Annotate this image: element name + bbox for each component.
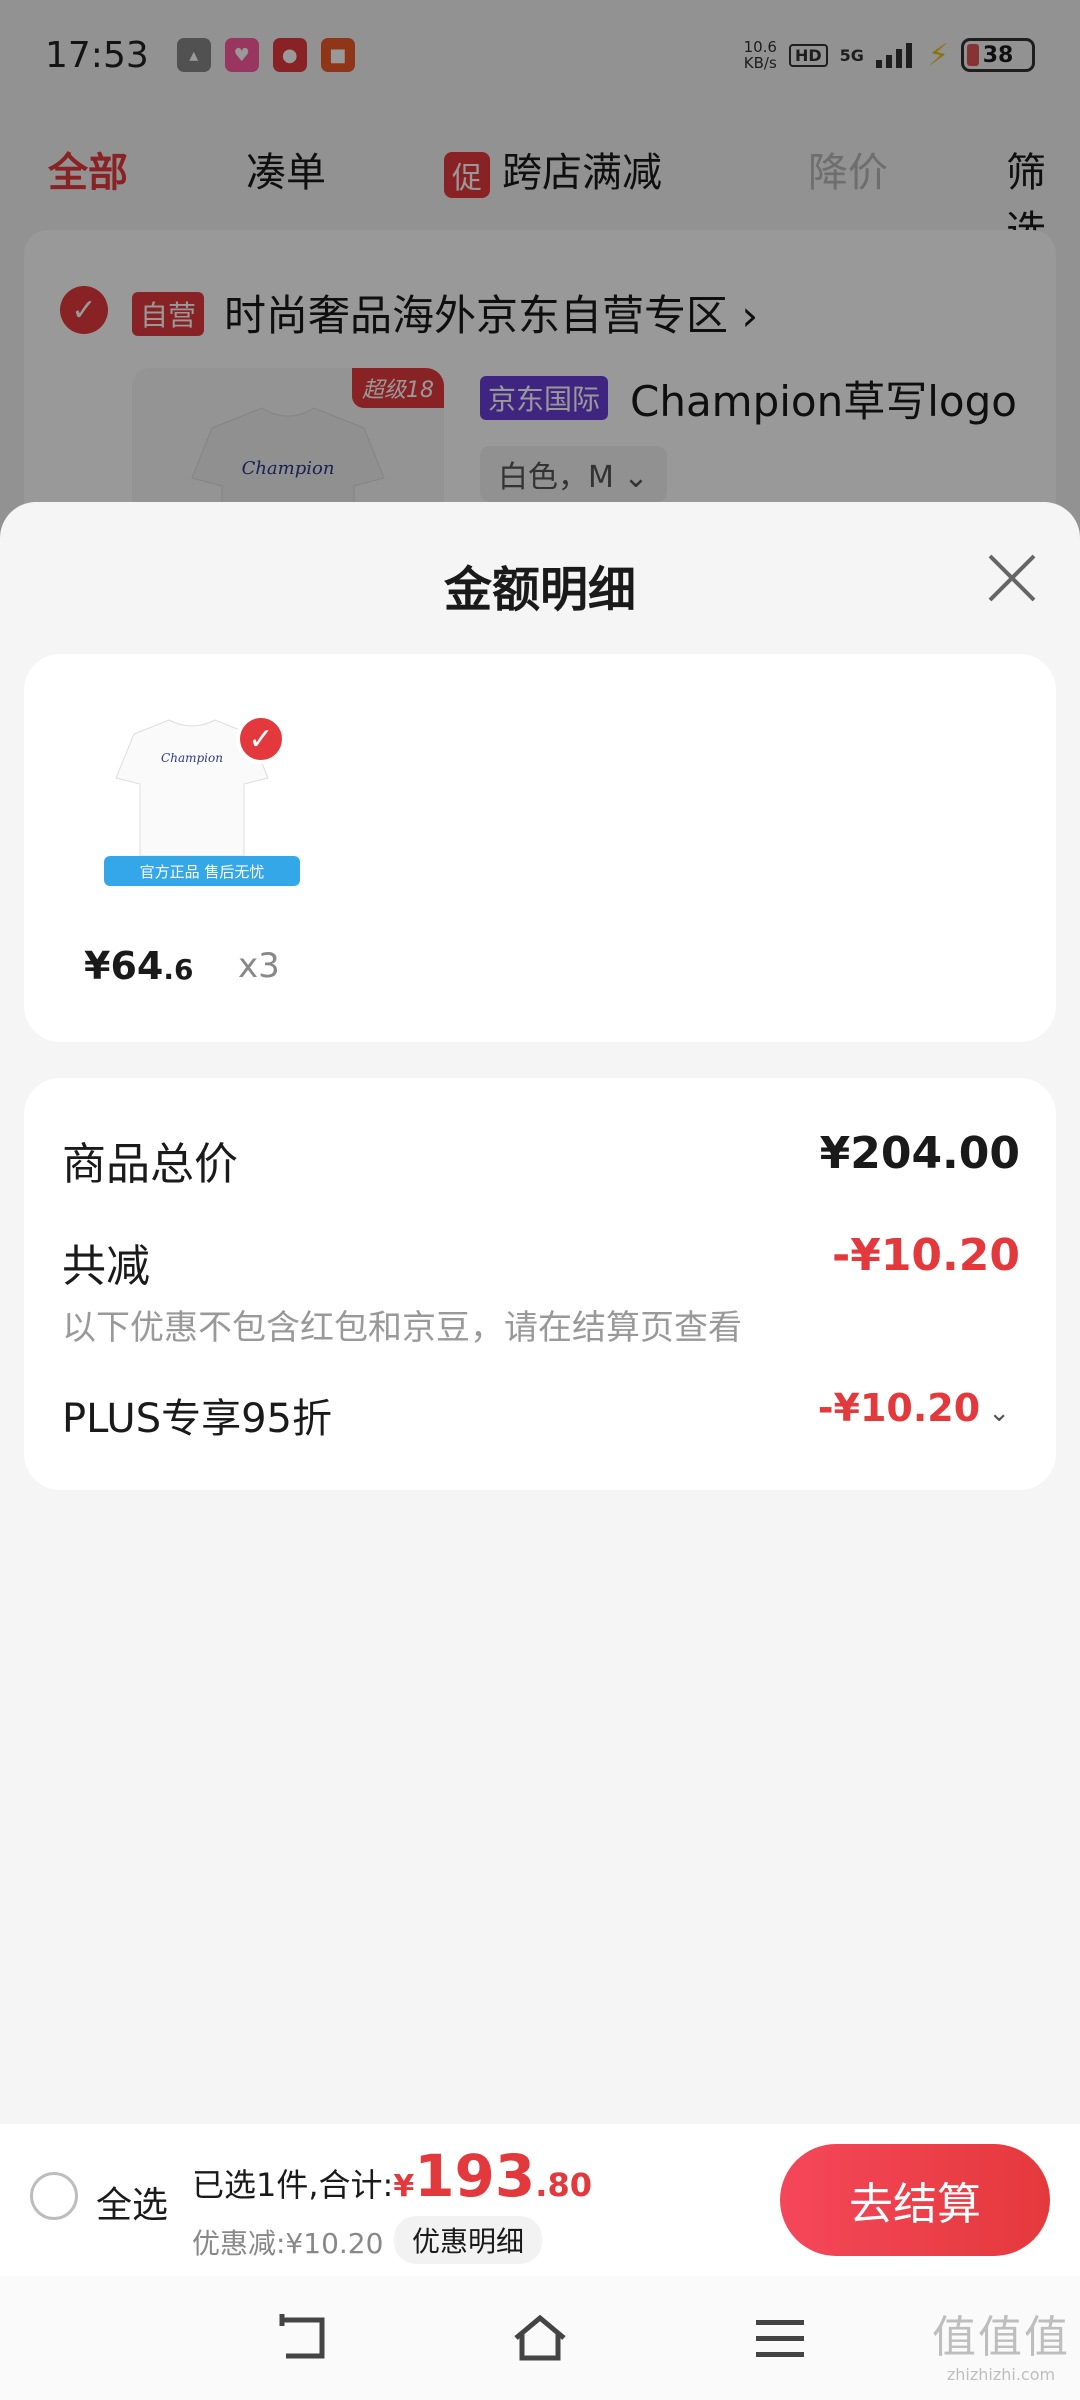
total-amount: ¥193.80 — [393, 2142, 592, 2210]
close-icon[interactable] — [980, 546, 1044, 610]
sheet-title: 金额明细 — [443, 562, 636, 618]
items-card: Champion ✓ 官方正品 售后无忧 ¥64.6 x3 — [24, 654, 1056, 1042]
selection-summary: 已选1件,合计:¥193.80 — [192, 2142, 592, 2210]
chevron-down-icon: ⌄ — [988, 1398, 1010, 1428]
back-icon[interactable] — [272, 2312, 332, 2364]
item-banner: 官方正品 售后无忧 — [104, 856, 300, 886]
plus-discount-value[interactable]: -¥10.20 ⌄ — [818, 1386, 1010, 1430]
tshirt-logo-text: Champion — [161, 751, 223, 765]
total-price-value: ¥204.00 — [819, 1128, 1020, 1179]
item-quantity: x3 — [238, 946, 280, 986]
plus-discount-label: PLUS专享95折 — [62, 1396, 332, 1442]
system-nav-bar: 值值值 zhizhizhi.com — [0, 2276, 1080, 2400]
price-breakdown-card: 商品总价 ¥204.00 共减 -¥10.20 以下优惠不包含红包和京豆，请在结… — [24, 1078, 1056, 1490]
discount-summary: 优惠减:¥10.20 — [192, 2227, 384, 2260]
total-price-label: 商品总价 — [62, 1139, 238, 1190]
select-all-label[interactable]: 全选 — [96, 2176, 168, 2228]
checkout-button[interactable]: 去结算 — [780, 2144, 1050, 2256]
home-icon[interactable] — [510, 2312, 570, 2364]
amount-detail-sheet: 金额明细 Champion ✓ 官方正品 售后无忧 ¥64.6 x3 商品总价 … — [0, 502, 1080, 2124]
item-check-icon: ✓ — [236, 714, 286, 764]
item-thumbnail[interactable]: Champion ✓ 官方正品 售后无忧 — [84, 694, 300, 894]
menu-icon[interactable] — [750, 2312, 810, 2364]
discount-note: 以下优惠不包含红包和京豆，请在结算页查看 — [62, 1308, 742, 1348]
discount-label: 共减 — [62, 1241, 150, 1292]
discount-detail-button[interactable]: 优惠明细 — [394, 2216, 543, 2264]
item-price: ¥64.6 — [84, 944, 194, 988]
select-all-radio[interactable] — [30, 2172, 78, 2220]
modal-overlay[interactable] — [0, 0, 1080, 540]
discount-value: -¥10.20 — [831, 1230, 1020, 1281]
checkout-bar: 全选 已选1件,合计:¥193.80 优惠减:¥10.20 优惠明细 去结算 — [0, 2124, 1080, 2276]
watermark: 值值值 zhizhizhi.com — [932, 2312, 1070, 2384]
